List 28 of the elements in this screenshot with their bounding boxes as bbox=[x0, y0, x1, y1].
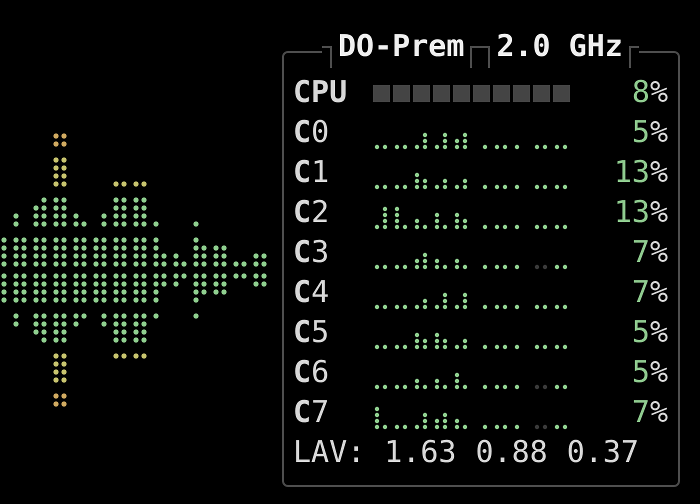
title-bracket bbox=[480, 46, 490, 68]
core-label: C6 bbox=[293, 355, 330, 391]
core-percent: 13% bbox=[614, 155, 668, 191]
core-label: C5 bbox=[293, 315, 330, 351]
core-percent: 7% bbox=[632, 395, 668, 431]
title-bracket bbox=[322, 46, 332, 68]
host-name: DO-Prem bbox=[337, 30, 466, 64]
clock-speed: 2.0 GHz bbox=[495, 30, 624, 64]
core-percent: 5% bbox=[632, 355, 668, 391]
cpu-label: CPU bbox=[293, 75, 348, 111]
core-label: C0 bbox=[293, 115, 330, 151]
load-average-value: 0.88 bbox=[476, 435, 548, 471]
core-percent: 13% bbox=[614, 195, 668, 231]
title-bracket bbox=[470, 46, 480, 68]
core-percent: 5% bbox=[632, 315, 668, 351]
load-average-value: 0.37 bbox=[566, 435, 639, 471]
core-label: C1 bbox=[293, 155, 330, 191]
core-label: C4 bbox=[293, 275, 330, 311]
core-percent: 7% bbox=[632, 235, 668, 271]
title-bracket bbox=[628, 46, 639, 68]
core-label: C2 bbox=[293, 195, 330, 231]
cpu-percent: 8% bbox=[632, 75, 668, 111]
core-label: C7 bbox=[293, 395, 330, 431]
core-percent: 5% bbox=[632, 115, 668, 151]
core-percent: 7% bbox=[632, 275, 668, 311]
load-average-label: LAV: bbox=[293, 435, 366, 471]
core-label: C3 bbox=[293, 235, 330, 271]
load-average-value: 1.63 bbox=[384, 435, 456, 471]
